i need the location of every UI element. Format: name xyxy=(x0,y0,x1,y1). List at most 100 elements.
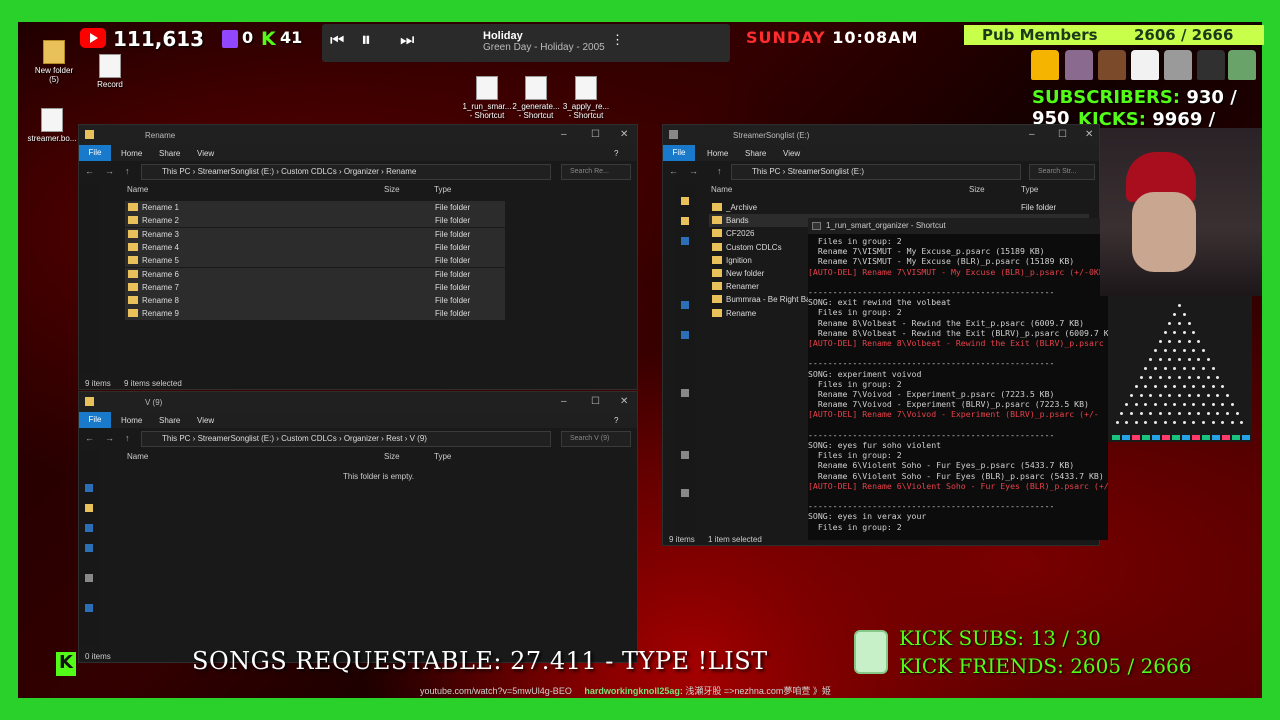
breadcrumb-item[interactable]: This PC xyxy=(162,167,190,176)
file-type: File folder xyxy=(435,282,471,292)
tab-home[interactable]: Home xyxy=(121,416,142,425)
minimize-button[interactable]: – xyxy=(561,129,567,140)
breadcrumb-item[interactable]: StreamerSonglist (E:) xyxy=(198,167,274,176)
column-header-type[interactable]: Type xyxy=(434,452,451,461)
minimize-button[interactable]: – xyxy=(561,396,567,407)
column-header-name[interactable]: Name xyxy=(127,185,148,194)
maximize-button[interactable]: ☐ xyxy=(591,396,600,407)
tab-share[interactable]: Share xyxy=(159,416,180,425)
nav-folder-icon[interactable] xyxy=(681,217,689,225)
maximize-button[interactable]: ☐ xyxy=(591,129,600,140)
column-header-name[interactable]: Name xyxy=(127,452,148,461)
file-row[interactable]: Rename 1 File folder xyxy=(125,201,505,214)
file-row[interactable]: Rename 7 File folder xyxy=(125,280,505,294)
forward-button[interactable]: → xyxy=(689,166,698,176)
plinko-bin xyxy=(1122,435,1130,440)
nav-folder-icon[interactable] xyxy=(681,197,689,205)
nav-quick-access-icon[interactable] xyxy=(85,484,93,492)
forward-button[interactable]: → xyxy=(105,433,114,443)
tab-home[interactable]: Home xyxy=(121,149,142,158)
search-input[interactable]: Search Str... xyxy=(1029,164,1095,180)
column-header-type[interactable]: Type xyxy=(434,185,451,194)
nav-drive-icon[interactable] xyxy=(85,574,93,582)
pause-button[interactable]: ⏸ xyxy=(361,29,371,52)
desktop-icon-streamer[interactable]: streamer.bo... xyxy=(22,108,82,143)
desktop-icon-record[interactable]: Record xyxy=(80,54,140,89)
file-row[interactable]: Rename 8 File folder xyxy=(125,294,505,308)
search-input[interactable]: Search Re... xyxy=(561,164,631,180)
close-button[interactable]: ✕ xyxy=(620,129,628,140)
breadcrumb-item[interactable]: This PC xyxy=(162,434,190,443)
desktop-icon-new-folder[interactable]: New folder (5) xyxy=(24,40,84,84)
nav-folder-icon[interactable] xyxy=(85,504,93,512)
file-row[interactable]: Rename 2 File folder xyxy=(125,214,505,228)
tab-file[interactable]: File xyxy=(79,412,111,428)
file-row[interactable]: Rename 9 File folder xyxy=(125,307,505,321)
navigation-pane[interactable] xyxy=(79,183,99,373)
nav-drive-icon[interactable] xyxy=(681,389,689,397)
column-header-size[interactable]: Size xyxy=(969,185,985,194)
help-icon[interactable]: ? xyxy=(614,149,618,158)
nav-pc-icon[interactable] xyxy=(681,301,689,309)
up-button[interactable]: ↑ xyxy=(717,166,722,176)
plinko-peg xyxy=(1154,385,1157,388)
navigation-pane[interactable] xyxy=(675,183,695,533)
nav-folder-icon[interactable] xyxy=(681,331,689,339)
breadcrumb-item[interactable]: Organizer xyxy=(344,167,379,176)
column-header-type[interactable]: Type xyxy=(1021,185,1038,194)
tab-file[interactable]: File xyxy=(79,145,111,161)
more-options-icon[interactable]: ⋮ xyxy=(611,32,624,48)
window-titlebar: StreamerSonglist (E:) – ☐ ✕ xyxy=(663,125,1099,145)
file-row[interactable]: _Archive File folder xyxy=(709,201,1089,214)
tab-view[interactable]: View xyxy=(783,149,800,158)
file-row[interactable]: Rename 3 File folder xyxy=(125,227,505,241)
back-button[interactable]: ← xyxy=(669,166,678,176)
tab-share[interactable]: Share xyxy=(745,149,766,158)
breadcrumb-item[interactable]: Rename xyxy=(386,167,416,176)
file-row[interactable]: Rename 5 File folder xyxy=(125,254,505,268)
forward-button[interactable]: → xyxy=(105,166,114,176)
breadcrumb-item[interactable]: StreamerSonglist (E:) xyxy=(788,167,864,176)
search-input[interactable]: Search V (9) xyxy=(561,431,631,447)
nav-folder-icon[interactable] xyxy=(85,524,93,532)
tab-home[interactable]: Home xyxy=(707,149,728,158)
breadcrumb-item[interactable]: Custom CDLCs xyxy=(281,434,337,443)
back-button[interactable]: ← xyxy=(85,433,94,443)
address-bar[interactable]: This PC › StreamerSonglist (E:) xyxy=(731,164,1021,180)
file-row[interactable]: Rename 4 File folder xyxy=(125,240,505,254)
next-track-button[interactable]: ⏭ xyxy=(400,32,414,50)
up-button[interactable]: ↑ xyxy=(125,433,130,443)
file-row[interactable]: Rename 6 File folder xyxy=(125,267,505,281)
breadcrumb-item[interactable]: V (9) xyxy=(410,434,427,443)
tab-file[interactable]: File xyxy=(663,145,695,161)
desktop-icon-apply[interactable]: 3_apply_re... - Shortcut xyxy=(556,76,616,120)
tab-share[interactable]: Share xyxy=(159,149,180,158)
column-header-name[interactable]: Name xyxy=(711,185,732,194)
tab-view[interactable]: View xyxy=(197,149,214,158)
terminal-window[interactable]: 1_run_smart_organizer - Shortcut Files i… xyxy=(808,218,1108,540)
up-button[interactable]: ↑ xyxy=(125,166,130,176)
navigation-pane[interactable] xyxy=(79,450,99,646)
address-bar[interactable]: This PC › StreamerSonglist (E:) › Custom… xyxy=(141,431,551,447)
nav-folder-icon[interactable] xyxy=(85,544,93,552)
nav-drive-icon[interactable] xyxy=(681,451,689,459)
previous-track-button[interactable]: ⏮ xyxy=(330,32,344,50)
tab-view[interactable]: View xyxy=(197,416,214,425)
address-bar[interactable]: This PC › StreamerSonglist (E:) › Custom… xyxy=(141,164,551,180)
maximize-button[interactable]: ☐ xyxy=(1058,129,1067,140)
nav-network-icon[interactable] xyxy=(85,604,93,612)
back-button[interactable]: ← xyxy=(85,166,94,176)
breadcrumb-item[interactable]: StreamerSonglist (E:) xyxy=(198,434,274,443)
minimize-button[interactable]: – xyxy=(1029,129,1035,140)
column-header-size[interactable]: Size xyxy=(384,185,400,194)
column-header-size[interactable]: Size xyxy=(384,452,400,461)
breadcrumb-item[interactable]: Rest xyxy=(386,434,402,443)
close-button[interactable]: ✕ xyxy=(1085,129,1093,140)
nav-drive-icon[interactable] xyxy=(681,489,689,497)
help-icon[interactable]: ? xyxy=(614,416,618,425)
close-button[interactable]: ✕ xyxy=(620,396,628,407)
nav-cloud-icon[interactable] xyxy=(681,237,689,245)
breadcrumb-item[interactable]: This PC xyxy=(752,167,780,176)
breadcrumb-item[interactable]: Custom CDLCs xyxy=(281,167,337,176)
breadcrumb-item[interactable]: Organizer xyxy=(344,434,379,443)
